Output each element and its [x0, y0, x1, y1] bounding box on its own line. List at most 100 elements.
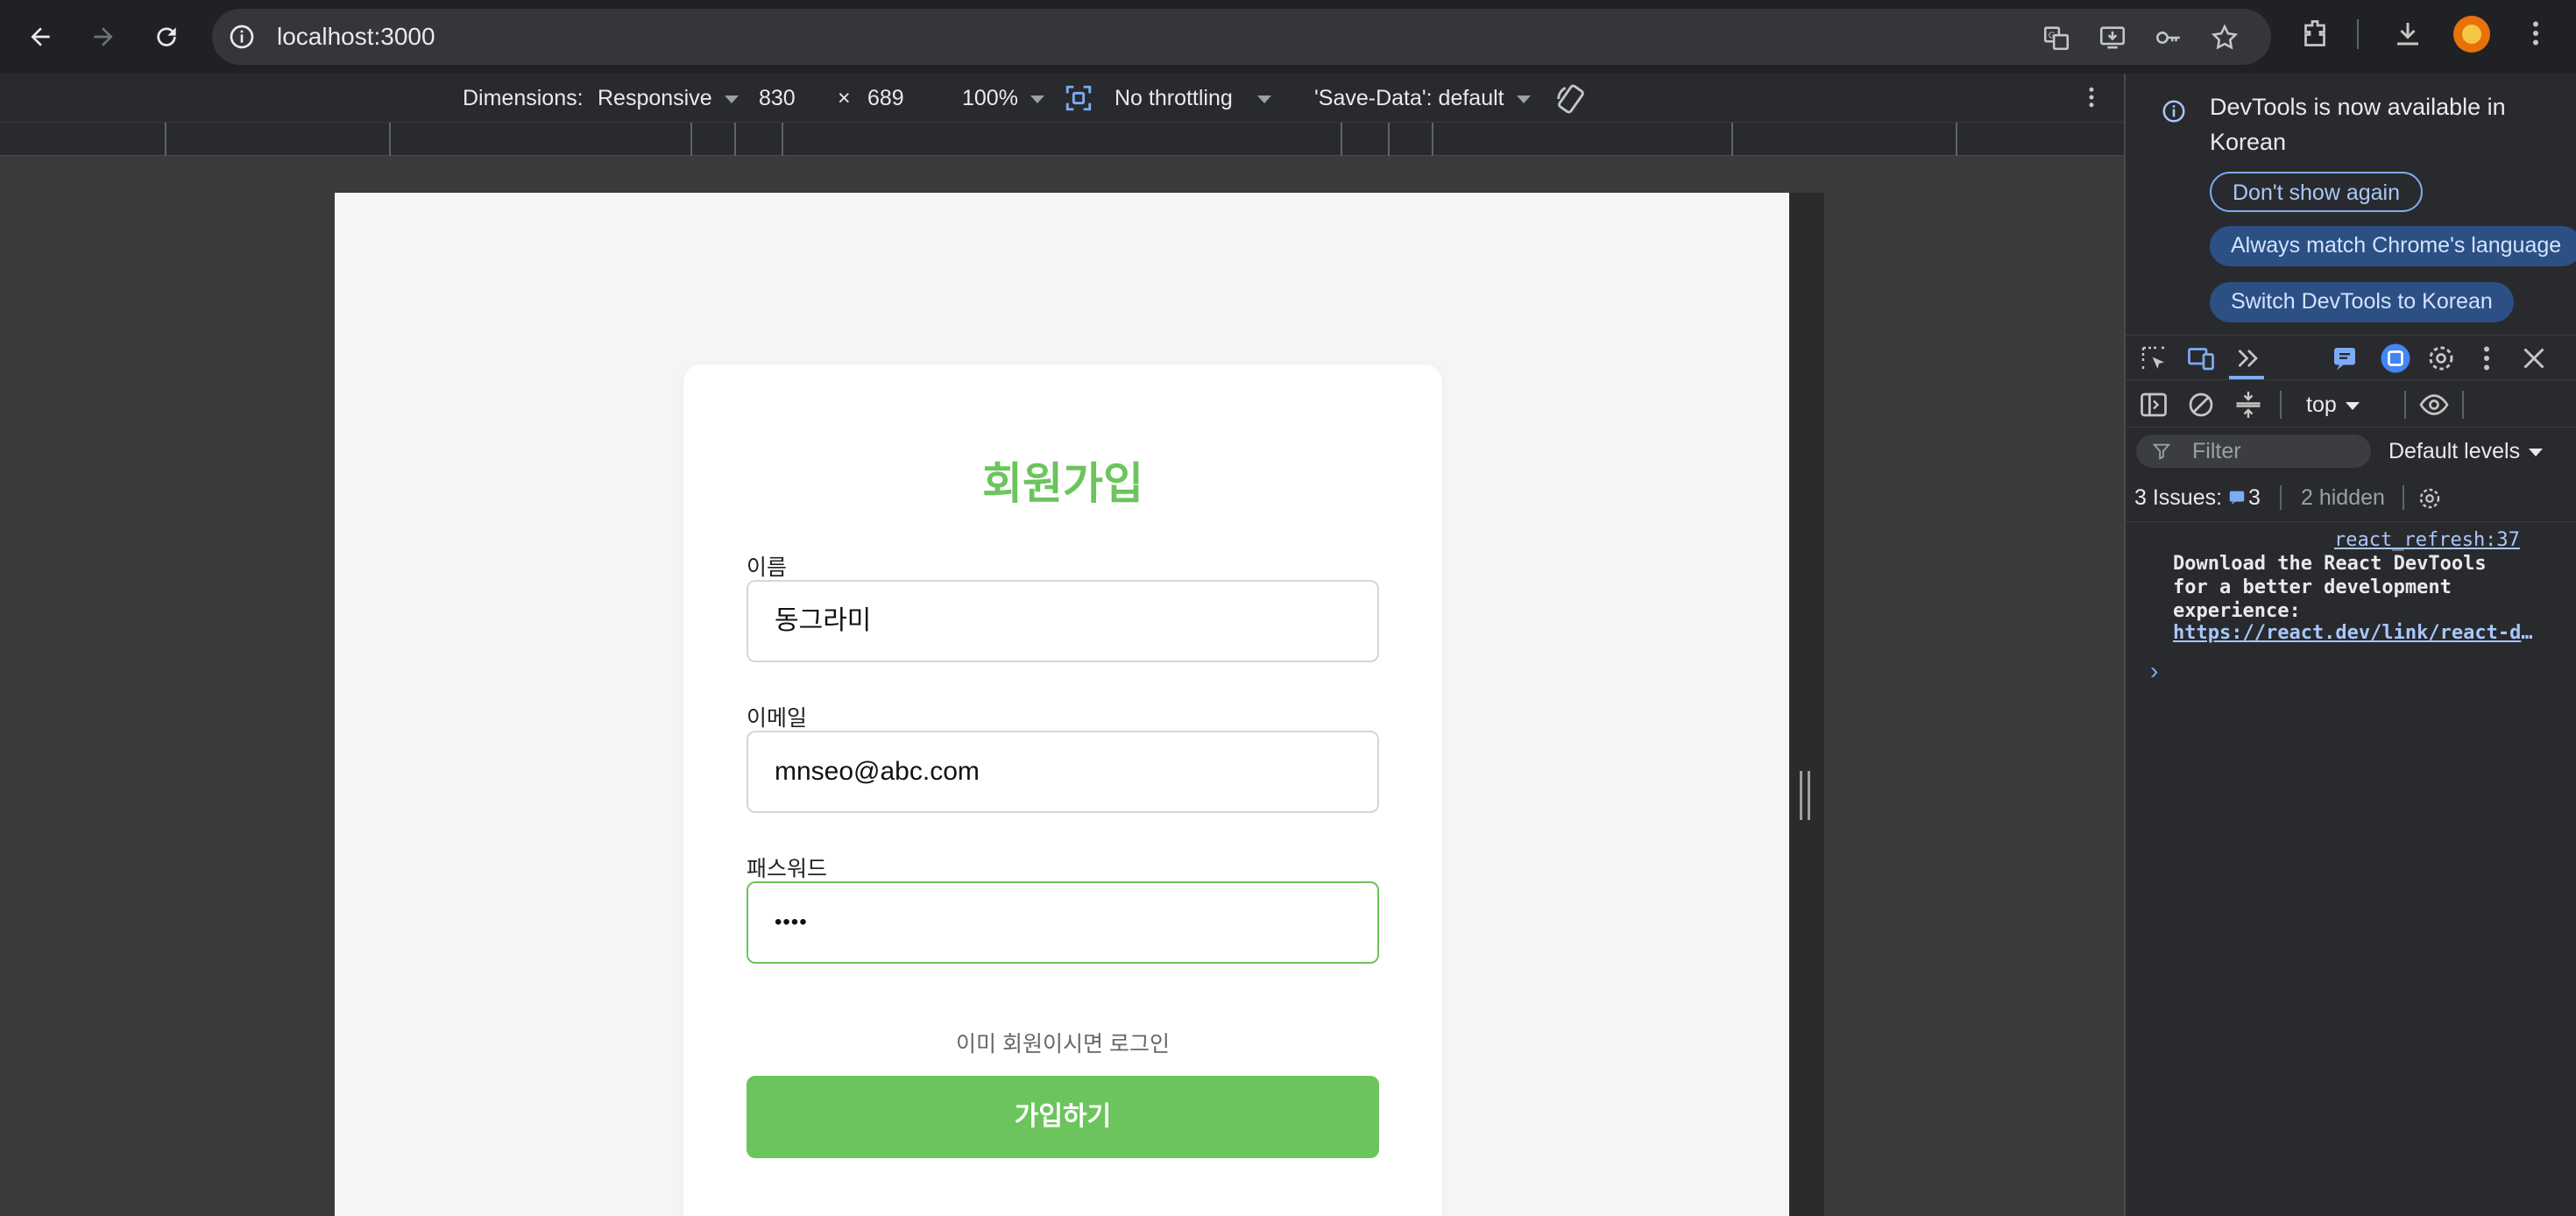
browser-toolbar: localhost:3000 G: [0, 0, 2576, 74]
issue-icon: [2229, 491, 2245, 505]
name-field[interactable]: 동그라미: [747, 580, 1379, 662]
ruler-segment: [1432, 123, 1433, 156]
ruler-segment: [690, 123, 692, 156]
page-title: 회원가입: [982, 459, 1143, 508]
toolbar-divider: [2462, 391, 2464, 419]
url-text: localhost:3000: [277, 23, 435, 50]
language-infobar-message: DevTools is now available in Korean: [2210, 94, 2506, 155]
devtools-panel: DevTools is now available in Korean Don'…: [2124, 74, 2576, 1216]
always-match-language-button[interactable]: Always match Chrome's language: [2210, 226, 2576, 266]
chevron-down-icon: [2529, 448, 2544, 456]
throttling-select[interactable]: No throttling: [1115, 74, 1271, 123]
filter-input[interactable]: Filter: [2136, 435, 2371, 468]
rotate-icon[interactable]: [1554, 82, 1588, 116]
info-icon: [2162, 100, 2185, 123]
ruler-segment: [1731, 123, 1733, 156]
email-label: 이메일: [747, 706, 808, 731]
active-tab-indicator: [2229, 376, 2264, 379]
chevron-down-icon: [1256, 95, 1271, 103]
console-toolbar: top: [2126, 382, 2576, 428]
device-select[interactable]: Responsive: [598, 74, 739, 123]
device-select-value: Responsive: [598, 86, 712, 110]
ruler-segment: [1341, 123, 1342, 156]
toolbar-divider: [2280, 485, 2282, 510]
console-prompt-chevron[interactable]: ›: [2150, 657, 2158, 685]
password-key-icon[interactable]: [2154, 23, 2183, 53]
chevron-down-icon: [1516, 95, 1531, 103]
save-data-select[interactable]: 'Save-Data': default: [1314, 74, 1531, 123]
install-app-icon[interactable]: [2098, 23, 2127, 53]
profile-avatar[interactable]: [2453, 16, 2490, 53]
download-icon[interactable]: [2392, 18, 2424, 49]
bookmark-star-icon[interactable]: [2210, 23, 2240, 53]
media-query-ruler[interactable]: [0, 123, 2124, 156]
log-source-link[interactable]: react_refresh:37: [2334, 529, 2520, 551]
switch-to-korean-button[interactable]: Switch DevTools to Korean: [2210, 282, 2514, 322]
context-select[interactable]: top: [2306, 389, 2360, 421]
toolbar-divider: [2403, 485, 2404, 510]
extensions-icon[interactable]: [2299, 18, 2331, 49]
reload-icon[interactable]: [147, 18, 186, 56]
ruler-segment: [165, 123, 166, 156]
back-icon[interactable]: [21, 18, 60, 56]
zoom-select[interactable]: 100%: [962, 74, 1044, 123]
more-options-icon[interactable]: [2078, 84, 2105, 110]
height-input[interactable]: 689: [867, 74, 904, 123]
close-icon[interactable]: [2518, 343, 2550, 374]
clear-console-icon[interactable]: [2185, 389, 2217, 421]
devtools-menu-icon[interactable]: [2471, 343, 2502, 374]
name-label: 이름: [747, 555, 788, 580]
console-settings-icon[interactable]: [2417, 485, 2443, 512]
throttling-value: No throttling: [1115, 86, 1233, 110]
more-menu-icon[interactable]: [2520, 18, 2551, 49]
device-posture-icon[interactable]: [1064, 83, 1093, 113]
viewport-resize-edge: [1789, 193, 1824, 1216]
filter-placeholder: Filter: [2192, 439, 2241, 463]
log-levels-value: Default levels: [2388, 439, 2521, 463]
react-devtools-link[interactable]: https://react.dev/link/react-devtools: [2173, 622, 2541, 644]
group-similar-icon[interactable]: [2233, 389, 2264, 421]
password-label: 패스워드: [747, 857, 828, 881]
resize-handle[interactable]: [1800, 771, 1810, 820]
login-link[interactable]: 이미 회원이시면 로그인: [683, 1027, 1442, 1058]
device-toolbar: Dimensions: Responsive 830 × 689 100% No…: [0, 74, 2124, 123]
dont-show-again-button[interactable]: Don't show again: [2210, 172, 2424, 212]
console-filter-row: Filter Default levels: [2126, 428, 2576, 473]
filter-icon: [2152, 443, 2171, 460]
performance-monitor-icon[interactable]: [2380, 343, 2411, 374]
ruler-segment: [1956, 123, 1957, 156]
toolbar-divider: [2357, 19, 2359, 49]
site-info-icon[interactable]: [228, 23, 256, 51]
width-input[interactable]: 830: [759, 74, 796, 123]
context-select-value: top: [2306, 392, 2337, 417]
device-toggle-icon[interactable]: [2185, 343, 2217, 374]
chevron-down-icon: [1030, 95, 1044, 103]
signup-card: 회원가입 이름 동그라미 이메일 mnseo@abc.com 패스워드 ••••…: [683, 364, 1442, 1216]
times-sign: ×: [838, 86, 851, 110]
email-field[interactable]: mnseo@abc.com: [747, 731, 1379, 813]
issues-badge-icon[interactable]: [2329, 343, 2360, 374]
password-field[interactable]: ••••: [747, 881, 1379, 964]
svg-text:G: G: [2049, 32, 2056, 41]
log-message: Download the React DevTools for a better…: [2173, 553, 2487, 622]
settings-gear-icon[interactable]: [2425, 343, 2457, 374]
emulated-page: 회원가입 이름 동그라미 이메일 mnseo@abc.com 패스워드 ••••…: [335, 193, 1789, 1216]
forward-icon[interactable]: [84, 18, 123, 56]
chevron-down-icon: [2345, 401, 2360, 410]
log-levels-select[interactable]: Default levels: [2388, 435, 2544, 468]
zoom-value: 100%: [962, 86, 1018, 110]
ruler-segment: [782, 123, 783, 156]
more-tabs-icon[interactable]: [2233, 343, 2264, 374]
ruler-segment: [734, 123, 736, 156]
devtools-tabbar: [2126, 335, 2576, 380]
address-bar[interactable]: localhost:3000 G: [212, 9, 2271, 65]
toolbar-divider: [2404, 391, 2406, 419]
translate-icon[interactable]: G: [2042, 23, 2071, 53]
sidebar-toggle-icon[interactable]: [2138, 389, 2169, 421]
inspect-element-icon[interactable]: [2138, 343, 2169, 374]
issues-summary[interactable]: 3 Issues: 3 2 hidden: [2126, 473, 2576, 522]
chevron-down-icon: [724, 95, 739, 103]
issues-count: 3: [2248, 485, 2261, 510]
live-expression-eye-icon[interactable]: [2418, 389, 2450, 421]
signup-button[interactable]: 가입하기: [747, 1076, 1379, 1158]
